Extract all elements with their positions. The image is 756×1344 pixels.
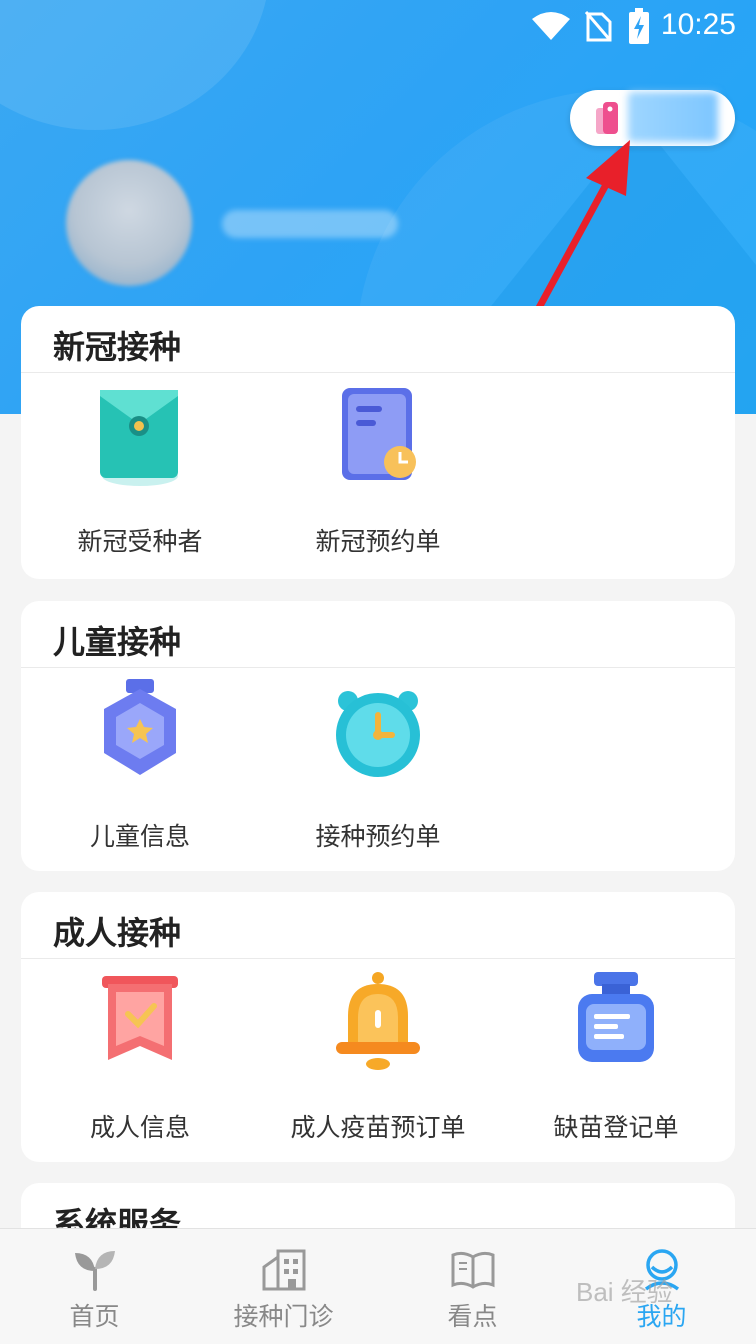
envelope-icon [100, 390, 178, 486]
covid-recipient-item[interactable]: 新冠受种者 [21, 372, 259, 572]
item-label: 接种预约单 [315, 822, 441, 851]
user-info[interactable] [14, 160, 514, 296]
alarm-clock-icon [336, 691, 420, 777]
appointment-form-icon [342, 388, 416, 480]
badge-icon [104, 679, 176, 775]
item-label: 成人信息 [89, 1113, 190, 1142]
item-label: 新冠预约单 [315, 527, 441, 556]
section-title: 成人接种 [53, 915, 182, 951]
tab-label: 看点 [447, 1302, 498, 1331]
adult-info-item[interactable]: 成人信息 [21, 958, 259, 1158]
section-title: 儿童接种 [53, 624, 182, 660]
wifi-icon [532, 12, 570, 40]
book-icon [451, 1251, 495, 1289]
status-time: 10:25 [660, 8, 736, 41]
no-sim-icon [584, 11, 612, 42]
vaccine-bottle-icon [578, 972, 654, 1062]
vaccination-appointment-item[interactable]: 接种预约单 [259, 667, 497, 867]
sprout-icon [75, 1251, 115, 1291]
tab-label: 接种门诊 [233, 1302, 334, 1331]
check-banner-icon [102, 976, 178, 1060]
username-blurred [222, 210, 398, 238]
tab-home[interactable]: 首页 [0, 1229, 189, 1344]
bell-icon [336, 972, 420, 1070]
status-bar: 10:25 [0, 0, 756, 52]
code-blurred [628, 92, 718, 142]
adult-vaccination-card: 成人接种 成人信息 成人疫苗预订单 缺苗登记单 [21, 892, 735, 1162]
watermark: Bai 经验 [576, 1277, 673, 1307]
item-label: 新冠受种者 [77, 527, 203, 556]
vaccine-shortage-registration-item[interactable]: 缺苗登记单 [497, 958, 735, 1158]
item-label: 成人疫苗预订单 [290, 1113, 466, 1142]
item-label: 缺苗登记单 [553, 1113, 679, 1142]
battery-charging-icon [629, 8, 649, 44]
item-label: 儿童信息 [89, 822, 190, 851]
tab-label: 首页 [69, 1302, 120, 1331]
child-info-item[interactable]: 儿童信息 [21, 667, 259, 867]
child-vaccination-card: 儿童接种 儿童信息 接种预约单 [21, 601, 735, 871]
pink-tag-icon [596, 102, 618, 134]
tab-clinic[interactable]: 接种门诊 [189, 1229, 378, 1344]
vaccination-code-button[interactable] [570, 90, 735, 146]
adult-vaccine-order-item[interactable]: 成人疫苗预订单 [259, 958, 497, 1158]
tab-highlights[interactable]: 看点 [378, 1229, 567, 1344]
covid-vaccination-card: 新冠接种 新冠受种者 新冠预约单 [21, 306, 735, 579]
covid-appointment-item[interactable]: 新冠预约单 [259, 372, 497, 572]
avatar[interactable] [66, 160, 192, 286]
section-title: 新冠接种 [53, 329, 182, 365]
building-icon [262, 1249, 306, 1291]
